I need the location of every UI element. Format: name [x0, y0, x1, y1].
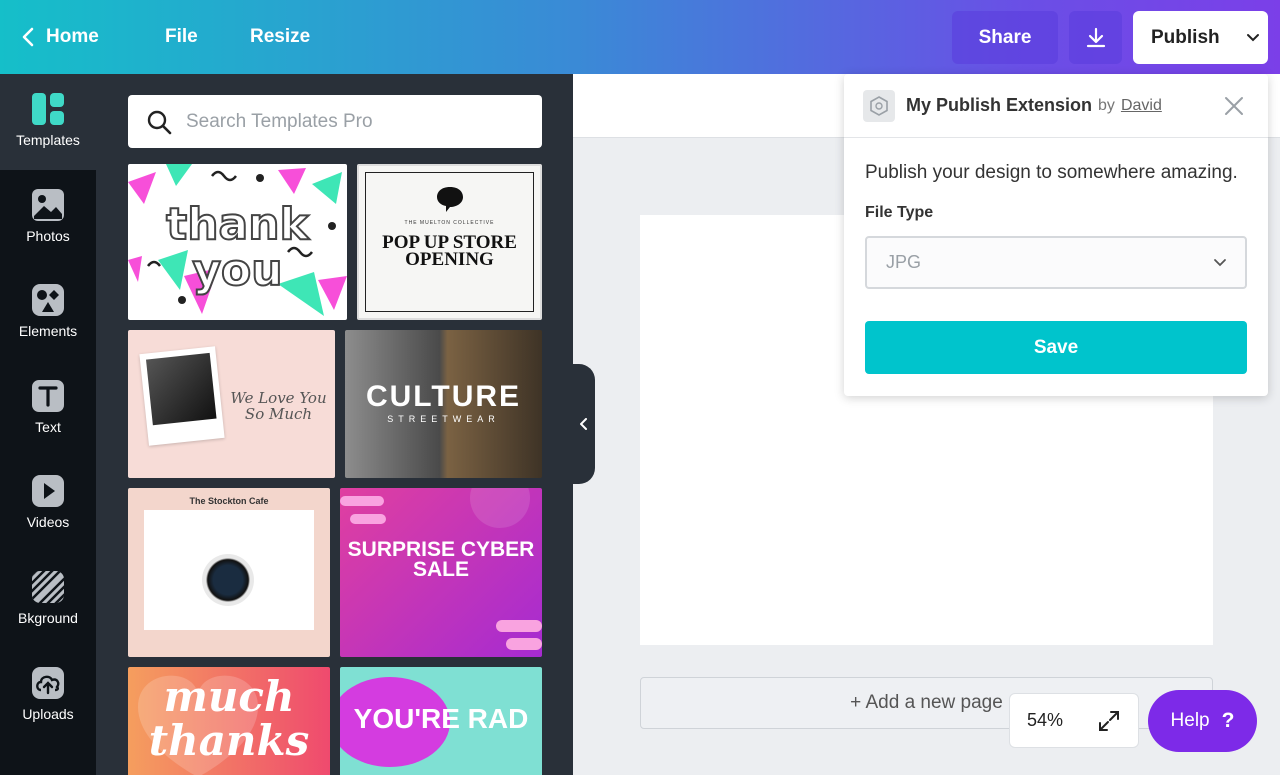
rail-label: Templates: [16, 132, 80, 148]
home-label: Home: [46, 26, 99, 47]
template-thumbnail-cyber-sale[interactable]: SURPRISE CYBER SALE: [340, 488, 542, 657]
download-icon: [1086, 27, 1105, 47]
save-label: Save: [1033, 336, 1079, 358]
template-thumbnail-pop-up-store[interactable]: THE MUELTON COLLECTIVE POP UP STORE OPEN…: [357, 164, 542, 320]
chevron-left-icon: [22, 27, 34, 47]
polaroid-photo: [139, 346, 225, 446]
extension-name: My Publish Extension: [906, 95, 1093, 115]
rail-item-background[interactable]: Bkground: [0, 570, 96, 650]
extension-author-link[interactable]: David: [1121, 97, 1162, 115]
text-icon: [31, 379, 65, 413]
search-input[interactable]: [186, 110, 516, 133]
templates-panel: thank you THE MUELTON COLLECTIVE POP UP …: [96, 74, 573, 775]
background-icon: [31, 570, 65, 604]
rail-item-videos[interactable]: Videos: [0, 474, 96, 554]
download-button[interactable]: [1069, 11, 1122, 64]
home-button[interactable]: Home: [22, 0, 99, 74]
template-thumbnail-much-thanks[interactable]: much thanks: [128, 667, 330, 775]
template-thumbnail-stockton-cafe[interactable]: The Stockton Cafe: [128, 488, 330, 657]
share-label: Share: [978, 26, 1032, 48]
template-text: CULTURE: [365, 380, 522, 413]
template-text: YOU'RE RAD: [353, 703, 529, 734]
collapse-panel-button[interactable]: [573, 364, 595, 484]
template-text: We Love You So Much: [230, 389, 327, 423]
template-thumbnail-youre-rad[interactable]: YOU'RE RAD: [340, 667, 542, 775]
chevron-down-icon: [1214, 258, 1226, 266]
expand-icon[interactable]: [1097, 709, 1121, 733]
rail-label: Uploads: [22, 706, 74, 722]
template-text: POP UP STORE OPENING: [382, 232, 517, 270]
rail-item-text[interactable]: Text: [0, 379, 96, 459]
rail-label: Elements: [18, 323, 78, 339]
share-button[interactable]: Share: [952, 11, 1058, 64]
template-subtext: STREETWEAR: [387, 414, 500, 424]
uploads-icon: [31, 666, 65, 700]
photo-image: [145, 352, 217, 426]
extension-by-label: by: [1098, 96, 1115, 114]
search-icon: [147, 110, 172, 134]
rail-label: Text: [35, 419, 61, 435]
publish-label: Publish: [1151, 26, 1220, 48]
coffee-cup-image: [202, 554, 254, 606]
rail-label: Videos: [26, 514, 70, 530]
popup-header: My Publish Extension by David: [844, 74, 1268, 138]
publish-button[interactable]: Publish: [1133, 11, 1268, 64]
chevron-left-icon: [580, 418, 587, 430]
videos-icon: [31, 474, 65, 508]
save-button[interactable]: Save: [865, 321, 1247, 374]
elements-icon: [31, 283, 65, 317]
template-text: much thanks: [148, 672, 310, 765]
popup-description: Publish your design to somewhere amazing…: [865, 162, 1238, 183]
file-type-value: JPG: [886, 252, 922, 272]
template-thumbnail-culture[interactable]: CULTURE STREETWEAR: [345, 330, 542, 478]
rail-item-photos[interactable]: Photos: [0, 188, 96, 268]
rail-item-elements[interactable]: Elements: [0, 283, 96, 363]
publish-extension-popup: My Publish Extension by David Publish yo…: [844, 74, 1268, 396]
file-type-select[interactable]: JPG: [865, 236, 1247, 289]
resize-button[interactable]: Resize: [250, 0, 310, 74]
rail-item-templates[interactable]: Templates: [0, 92, 96, 172]
file-type-label: File Type: [865, 204, 934, 221]
rail-label: Bkground: [18, 610, 78, 626]
zoom-control[interactable]: 54%: [1009, 693, 1139, 748]
template-text: SURPRISE CYBER SALE: [347, 538, 535, 581]
help-button[interactable]: Help ?: [1148, 690, 1257, 752]
template-search-box[interactable]: [128, 95, 542, 148]
template-thumbnail-thank-you[interactable]: thank you: [128, 164, 347, 320]
extension-logo-icon: [863, 89, 895, 122]
speech-bubble-icon: [437, 187, 463, 212]
templates-icon: [31, 92, 65, 126]
zoom-level: 54%: [1026, 710, 1064, 730]
help-label: Help: [1170, 710, 1210, 731]
top-bar: Home File Resize Share Publish: [0, 0, 1280, 74]
template-thumbnail-we-love-you[interactable]: We Love You So Much: [128, 330, 335, 478]
rail-item-uploads[interactable]: Uploads: [0, 666, 96, 746]
rail-label: Photos: [26, 228, 70, 244]
template-text: thank you: [165, 199, 310, 296]
chevron-down-icon: [1246, 33, 1259, 41]
template-small-text: THE MUELTON COLLECTIVE: [404, 220, 495, 226]
file-menu-button[interactable]: File: [165, 0, 198, 74]
close-icon[interactable]: [1222, 94, 1246, 118]
add-page-label: + Add a new page: [850, 692, 1003, 713]
question-mark-icon: ?: [1221, 709, 1235, 732]
photos-icon: [31, 188, 65, 222]
template-text: The Stockton Cafe: [189, 496, 269, 506]
